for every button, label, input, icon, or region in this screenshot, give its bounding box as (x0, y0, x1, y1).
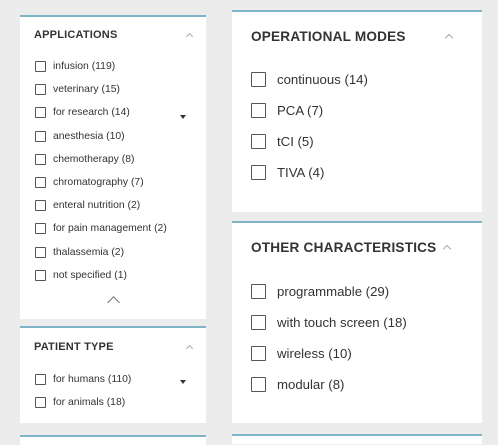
checkbox[interactable] (35, 107, 46, 119)
option-label: anesthesia (10) (53, 130, 125, 142)
other-characteristics-panel-header[interactable]: OTHER CHARACTERISTICS (232, 225, 482, 269)
chevron-up-icon[interactable] (185, 344, 194, 353)
scroll-down-arrow-icon[interactable] (180, 115, 186, 119)
option-label: chemotherapy (8) (53, 153, 135, 165)
checkbox[interactable] (35, 374, 46, 386)
next-filter-panel (232, 434, 482, 444)
option-label: veterinary (15) (53, 84, 120, 96)
checkbox[interactable] (251, 346, 266, 361)
filter-option-not-specified[interactable]: not specified (1) (35, 264, 206, 287)
operational-modes-options-list: continuous (14) PCA (7) tCI (5) TIVA (4) (232, 64, 482, 188)
filter-option-for-pain-management[interactable]: for pain management (2) (35, 217, 206, 240)
option-label: modular (8) (277, 377, 345, 392)
show-less-chevron-icon[interactable] (107, 296, 120, 309)
filter-option-veterinary[interactable]: veterinary (15) (35, 78, 206, 101)
filter-option-pca[interactable]: PCA (7) (251, 95, 482, 126)
checkbox[interactable] (35, 130, 46, 142)
option-label: for animals (18) (53, 397, 126, 409)
applications-options-list: infusion (119) veterinary (15) for resea… (20, 55, 206, 287)
applications-panel-header[interactable]: APPLICATIONS (20, 19, 206, 51)
option-label: enteral nutrition (2) (53, 200, 141, 212)
checkbox[interactable] (251, 72, 266, 87)
checkbox[interactable] (251, 284, 266, 299)
option-label: thalassemia (2) (53, 246, 125, 258)
scroll-down-arrow-icon[interactable] (180, 380, 186, 384)
checkbox[interactable] (251, 134, 266, 149)
other-characteristics-panel-title: OTHER CHARACTERISTICS (251, 239, 437, 255)
patient-type-filter-panel: PATIENT TYPE for humans (110) for animal… (20, 326, 206, 423)
filter-option-wireless[interactable]: wireless (10) (251, 338, 482, 369)
filter-option-infusion[interactable]: infusion (119) (35, 55, 206, 78)
filter-option-modular[interactable]: modular (8) (251, 369, 482, 400)
operational-modes-filter-panel: OPERATIONAL MODES continuous (14) PCA (7… (232, 10, 482, 212)
checkbox[interactable] (251, 103, 266, 118)
checkbox[interactable] (35, 269, 46, 281)
operational-modes-panel-header[interactable]: OPERATIONAL MODES (232, 14, 482, 58)
chevron-up-icon[interactable] (185, 32, 194, 41)
other-characteristics-options-list: programmable (29) with touch screen (18)… (232, 276, 482, 400)
patient-type-options-list: for humans (110) for animals (18) (20, 368, 206, 414)
option-label: infusion (119) (53, 61, 116, 73)
filter-option-with-touch-screen[interactable]: with touch screen (18) (251, 307, 482, 338)
operational-modes-panel-title: OPERATIONAL MODES (251, 28, 406, 44)
other-characteristics-filter-panel: OTHER CHARACTERISTICS programmable (29) … (232, 221, 482, 423)
filter-option-enteral-nutrition[interactable]: enteral nutrition (2) (35, 194, 206, 217)
right-filter-column: OPERATIONAL MODES continuous (14) PCA (7… (224, 0, 498, 444)
patient-type-panel-title: PATIENT TYPE (34, 341, 114, 353)
checkbox[interactable] (35, 246, 46, 258)
filter-option-chemotherapy[interactable]: chemotherapy (8) (35, 148, 206, 171)
checkbox[interactable] (35, 153, 46, 165)
filter-option-for-research[interactable]: for research (14) (35, 101, 206, 124)
filter-option-programmable[interactable]: programmable (29) (251, 276, 482, 307)
chevron-up-icon[interactable] (442, 244, 452, 254)
left-filter-column: APPLICATIONS infusion (119) veterinary (… (0, 0, 224, 445)
option-label: not specified (1) (53, 269, 127, 281)
checkbox[interactable] (251, 165, 266, 180)
chevron-up-icon[interactable] (444, 33, 454, 43)
checkbox[interactable] (35, 200, 46, 212)
applications-panel-title: APPLICATIONS (34, 29, 118, 41)
option-label: chromatography (7) (53, 177, 144, 189)
checkbox[interactable] (251, 315, 266, 330)
filter-option-for-animals[interactable]: for animals (18) (35, 391, 206, 414)
option-label: continuous (14) (277, 72, 368, 87)
option-label: for humans (110) (53, 374, 132, 386)
applications-filter-panel: APPLICATIONS infusion (119) veterinary (… (20, 15, 206, 319)
filter-option-thalassemia[interactable]: thalassemia (2) (35, 241, 206, 264)
filter-option-tci[interactable]: tCI (5) (251, 126, 482, 157)
option-label: tCI (5) (277, 134, 314, 149)
option-label: PCA (7) (277, 103, 324, 118)
checkbox[interactable] (251, 377, 266, 392)
option-label: TIVA (4) (277, 165, 325, 180)
option-label: with touch screen (18) (277, 315, 407, 330)
option-label: for pain management (2) (53, 223, 167, 235)
filter-option-tiva[interactable]: TIVA (4) (251, 157, 482, 188)
checkbox[interactable] (35, 177, 46, 189)
filter-option-anesthesia[interactable]: anesthesia (10) (35, 125, 206, 148)
next-filter-panel (20, 435, 206, 445)
checkbox[interactable] (35, 61, 46, 73)
checkbox[interactable] (35, 397, 46, 409)
checkbox[interactable] (35, 84, 46, 96)
option-label: programmable (29) (277, 284, 390, 299)
filter-option-continuous[interactable]: continuous (14) (251, 64, 482, 95)
filter-option-chromatography[interactable]: chromatography (7) (35, 171, 206, 194)
option-label: wireless (10) (277, 346, 352, 361)
checkbox[interactable] (35, 223, 46, 235)
patient-type-panel-header[interactable]: PATIENT TYPE (20, 330, 206, 364)
option-label: for research (14) (53, 107, 130, 119)
